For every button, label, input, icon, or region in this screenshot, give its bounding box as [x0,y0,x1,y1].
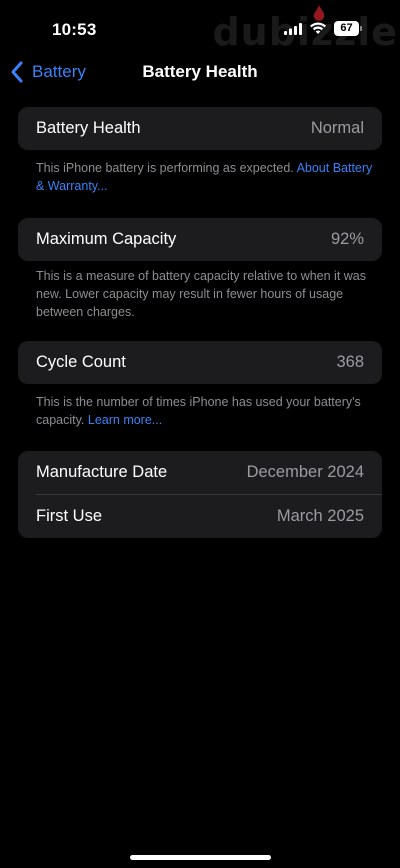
status-bar: 10:53 dubizzle 67 [0,0,400,54]
watermark-logo: dubizzle [212,10,398,54]
battery-level: 67 [340,22,353,34]
manufacture-date-label: Manufacture Date [36,463,168,481]
learn-more-link[interactable]: Learn more... [88,413,162,427]
status-time: 10:53 [52,20,97,39]
battery-health-footer: This iPhone battery is performing as exp… [36,159,376,195]
maximum-capacity-value: 92% [330,230,364,248]
battery-health-group: Battery Health Normal [18,107,382,150]
cycle-count-value: 368 [336,353,364,371]
manufacture-date-row: Manufacture Date December 2024 [18,451,382,494]
battery-health-value: Normal [310,119,364,137]
first-use-label: First Use [36,507,102,525]
wifi-icon [310,22,326,34]
cycle-count-row: Cycle Count 368 [18,341,382,384]
first-use-value: March 2025 [276,507,364,525]
battery-icon: 67 [334,21,362,36]
battery-tip [360,26,362,31]
signal-icon [284,23,302,35]
page-title: Battery Health [142,62,258,81]
cycle-count-group: Cycle Count 368 [18,341,382,384]
manufacture-date-value: December 2024 [246,463,364,481]
navigation-bar: Battery Battery Health [0,54,400,90]
battery-health-label: Battery Health [36,119,141,137]
cycle-count-footer: This is the number of times iPhone has u… [36,393,376,429]
battery-health-row: Battery Health Normal [18,107,382,150]
home-indicator[interactable] [130,855,271,860]
battery-health-footer-text: This iPhone battery is performing as exp… [36,161,297,175]
dates-group: Manufacture Date December 2024 First Use… [18,451,382,538]
first-use-row: First Use March 2025 [18,495,382,538]
maximum-capacity-group: Maximum Capacity 92% [18,218,382,261]
maximum-capacity-label: Maximum Capacity [36,230,177,248]
cycle-count-label: Cycle Count [36,353,126,371]
cycle-count-footer-text: This is the number of times iPhone has u… [36,395,361,427]
maximum-capacity-footer: This is a measure of battery capacity re… [36,269,367,319]
maximum-capacity-row: Maximum Capacity 92% [18,218,382,261]
